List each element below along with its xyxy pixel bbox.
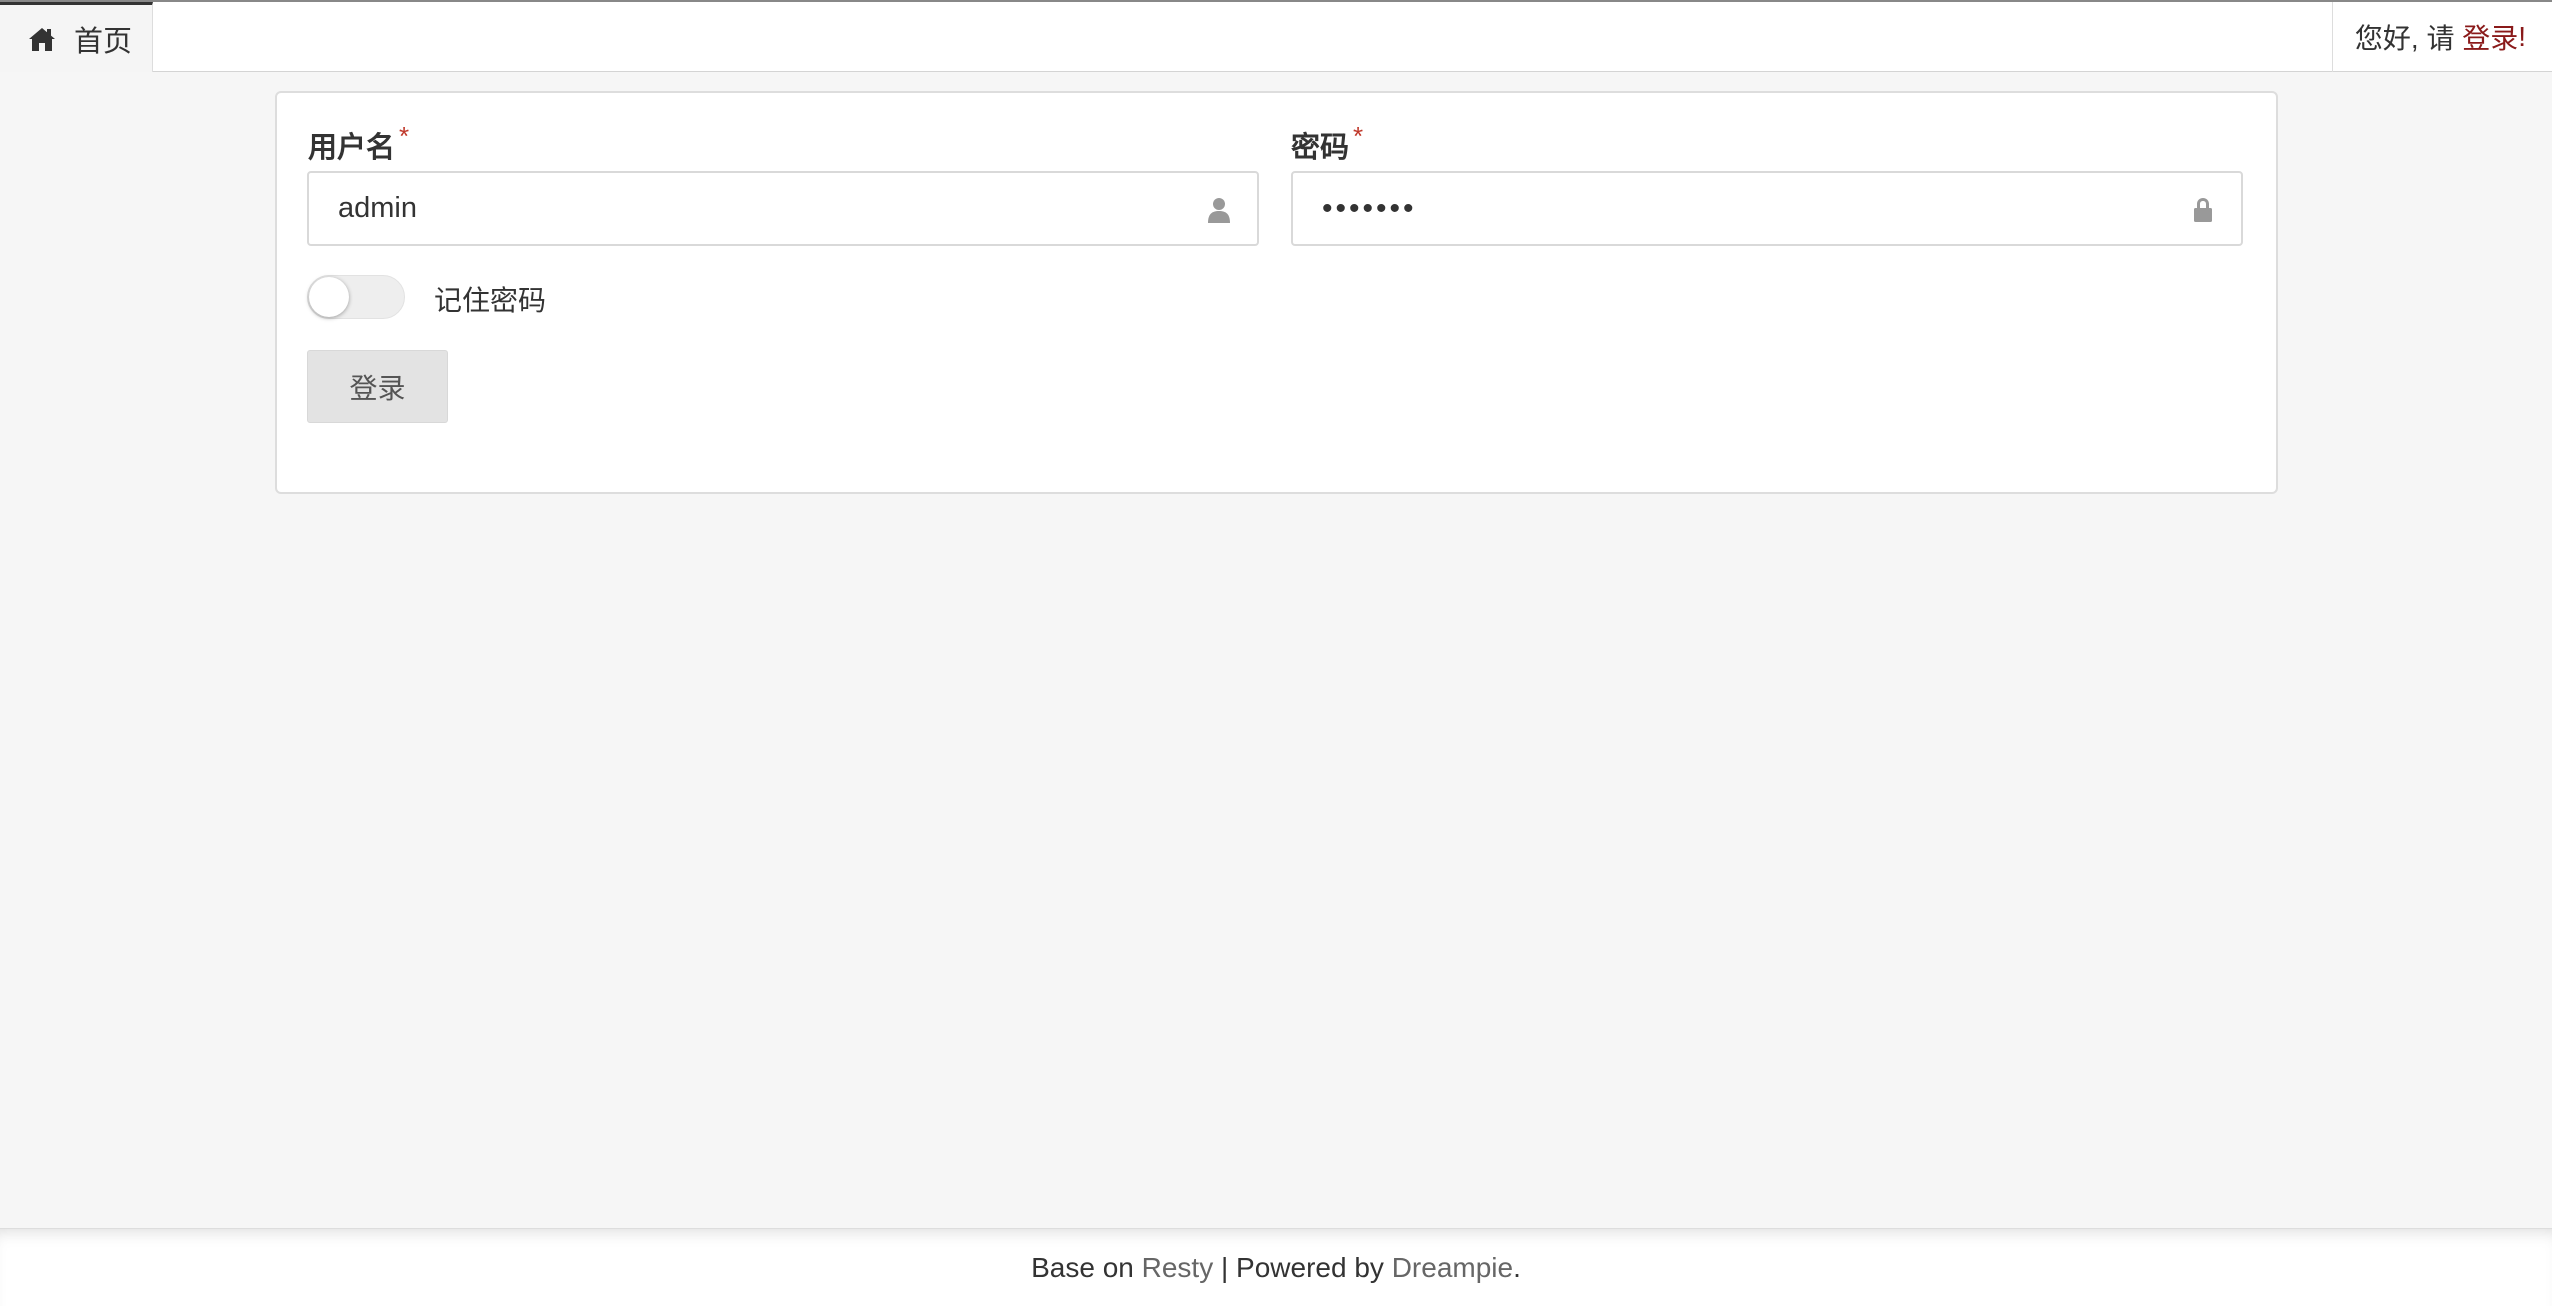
resty-link[interactable]: Resty [1142, 1252, 1214, 1284]
top-navbar: 首页 您好, 请 登录! [0, 0, 2552, 72]
footer: Base on Resty | Powered by Dreampie. [0, 1228, 2552, 1306]
username-label: 用户名 * [308, 121, 410, 166]
footer-middle: | Powered by [1213, 1251, 1392, 1283]
remember-label: 记住密码 [434, 285, 547, 316]
footer-suffix: . [1513, 1251, 1521, 1283]
login-link[interactable]: 登录 [2462, 17, 2518, 57]
password-required-mark: * [1353, 121, 1364, 151]
password-label-text: 密码 [1291, 132, 1350, 164]
username-field [307, 171, 1259, 246]
remember-toggle-knob [309, 277, 349, 317]
login-panel: 用户名* 密码* 记住密码 登录 [275, 91, 2278, 494]
remember-toggle[interactable] [307, 275, 405, 319]
username-required-mark: * [399, 121, 410, 151]
user-icon [1208, 198, 1230, 223]
lock-icon [2194, 198, 2212, 222]
password-label: 密码 * [1291, 121, 1364, 166]
home-icon [29, 27, 55, 51]
greeting-prefix: 您好, 请 [2354, 23, 2463, 54]
username-input[interactable] [309, 173, 1257, 244]
home-tab[interactable]: 首页 [0, 2, 153, 72]
password-field [1291, 171, 2243, 246]
username-label-text: 用户名 [308, 132, 396, 164]
dreampie-link[interactable]: Dreampie [1392, 1252, 1513, 1284]
password-input[interactable] [1293, 173, 2241, 244]
greeting: 您好, 请 登录! [2332, 2, 2552, 72]
login-button[interactable]: 登录 [307, 350, 448, 423]
greeting-suffix: ! [2518, 21, 2527, 52]
home-label: 首页 [74, 25, 133, 58]
footer-prefix: Base on [1031, 1251, 1142, 1283]
